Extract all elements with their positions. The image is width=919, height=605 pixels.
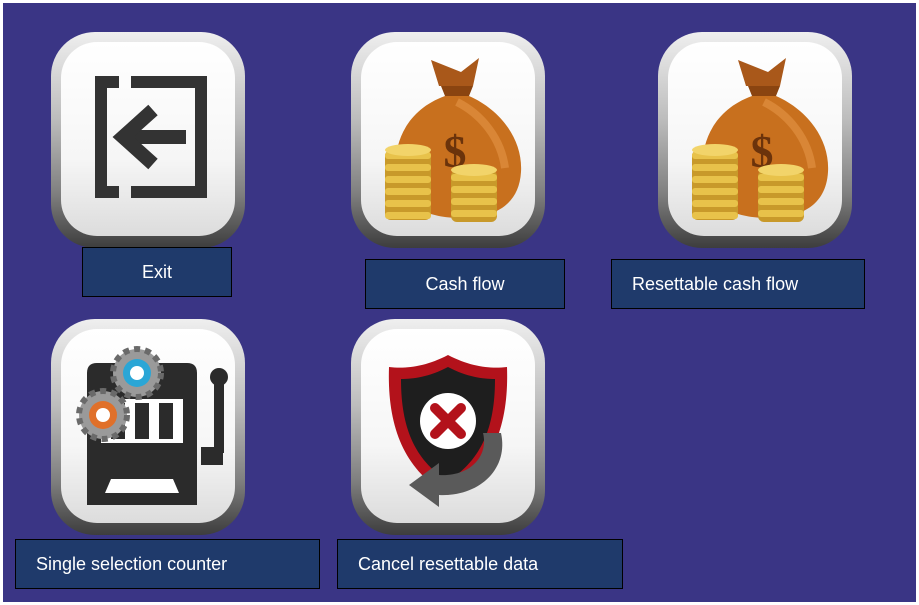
exit-door-arrow-icon [95, 76, 207, 198]
menu-screen: Exit $ Cash flow $ Resettable cash flow … [3, 3, 916, 602]
coin-stack-right [451, 164, 497, 222]
resettable-cash-flow-label[interactable]: Resettable cash flow [611, 259, 865, 309]
money-bag-coins-icon: $ [385, 58, 522, 222]
exit-tile-face [61, 42, 235, 236]
exit-label[interactable]: Exit [82, 247, 232, 297]
gear-cyan-icon [110, 346, 164, 400]
single-selection-counter-tile-face [61, 329, 235, 523]
cash-flow-tile[interactable]: $ [351, 32, 545, 248]
slot-machine-gears-icon [76, 346, 228, 505]
coin-stack-right [758, 164, 804, 222]
cash-flow-label[interactable]: Cash flow [365, 259, 565, 309]
cancel-resettable-data-tile-face [361, 329, 535, 523]
shield-x-arrow-icon [388, 355, 508, 507]
cancel-resettable-data-label[interactable]: Cancel resettable data [337, 539, 623, 589]
coin-stack-left [385, 144, 431, 220]
coin-stack-left [692, 144, 738, 220]
cash-flow-tile-face: $ [361, 42, 535, 236]
gear-orange-icon [76, 388, 130, 442]
money-bag-coins-icon: $ [692, 58, 829, 222]
resettable-cash-flow-tile[interactable]: $ [658, 32, 852, 248]
exit-tile[interactable] [51, 32, 245, 248]
single-selection-counter-label[interactable]: Single selection counter [15, 539, 320, 589]
cancel-resettable-data-tile[interactable] [351, 319, 545, 535]
single-selection-counter-tile[interactable] [51, 319, 245, 535]
resettable-cash-flow-tile-face: $ [668, 42, 842, 236]
